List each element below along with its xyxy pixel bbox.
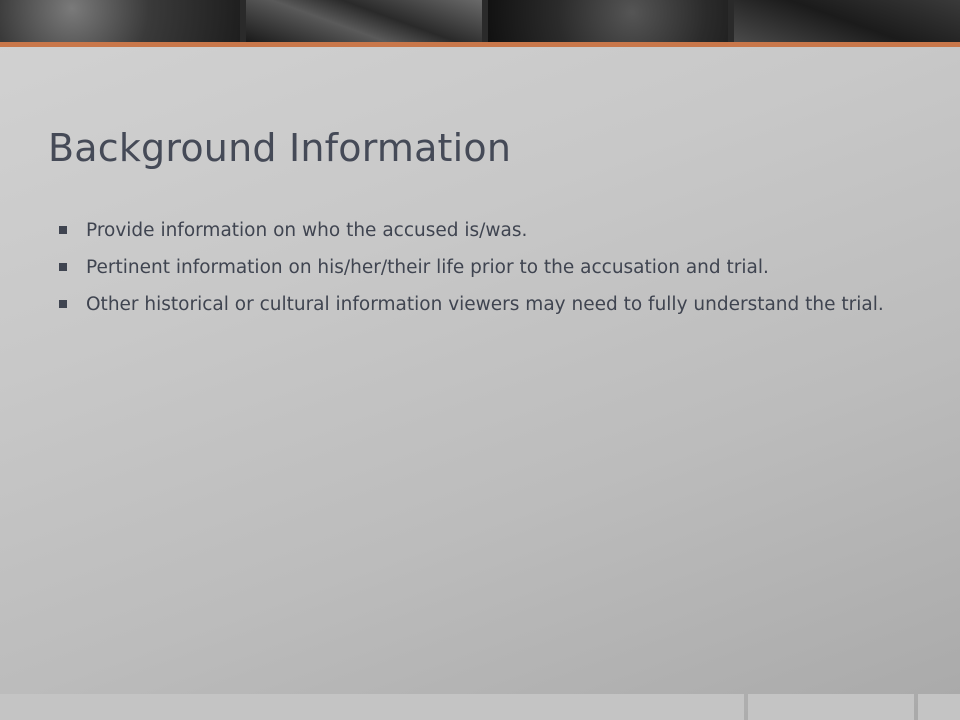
bullet-text: Other historical or cultural information… [86,294,884,315]
bullet-list: Provide information on who the accused i… [56,218,916,329]
square-bullet-icon [59,263,67,271]
square-bullet-icon [59,300,67,308]
footer-segment [748,694,914,720]
header-photo-panel [488,0,728,42]
bullet-item: Provide information on who the accused i… [56,218,916,243]
slide: Background Information Provide informati… [0,0,960,720]
header-photo-panel [0,0,240,42]
bullet-text: Provide information on who the accused i… [86,220,528,241]
bullet-text: Pertinent information on his/her/their l… [86,257,769,278]
slide-title: Background Information [48,126,512,170]
bullet-item: Pertinent information on his/her/their l… [56,255,916,280]
header-photo-strip [0,0,960,42]
header-photo-panel [734,0,960,42]
footer-segment [918,694,960,720]
square-bullet-icon [59,226,67,234]
footer-bar [0,694,960,720]
footer-segment [0,694,744,720]
accent-divider [0,42,960,47]
header-photo-panel [246,0,482,42]
bullet-item: Other historical or cultural information… [56,292,916,317]
